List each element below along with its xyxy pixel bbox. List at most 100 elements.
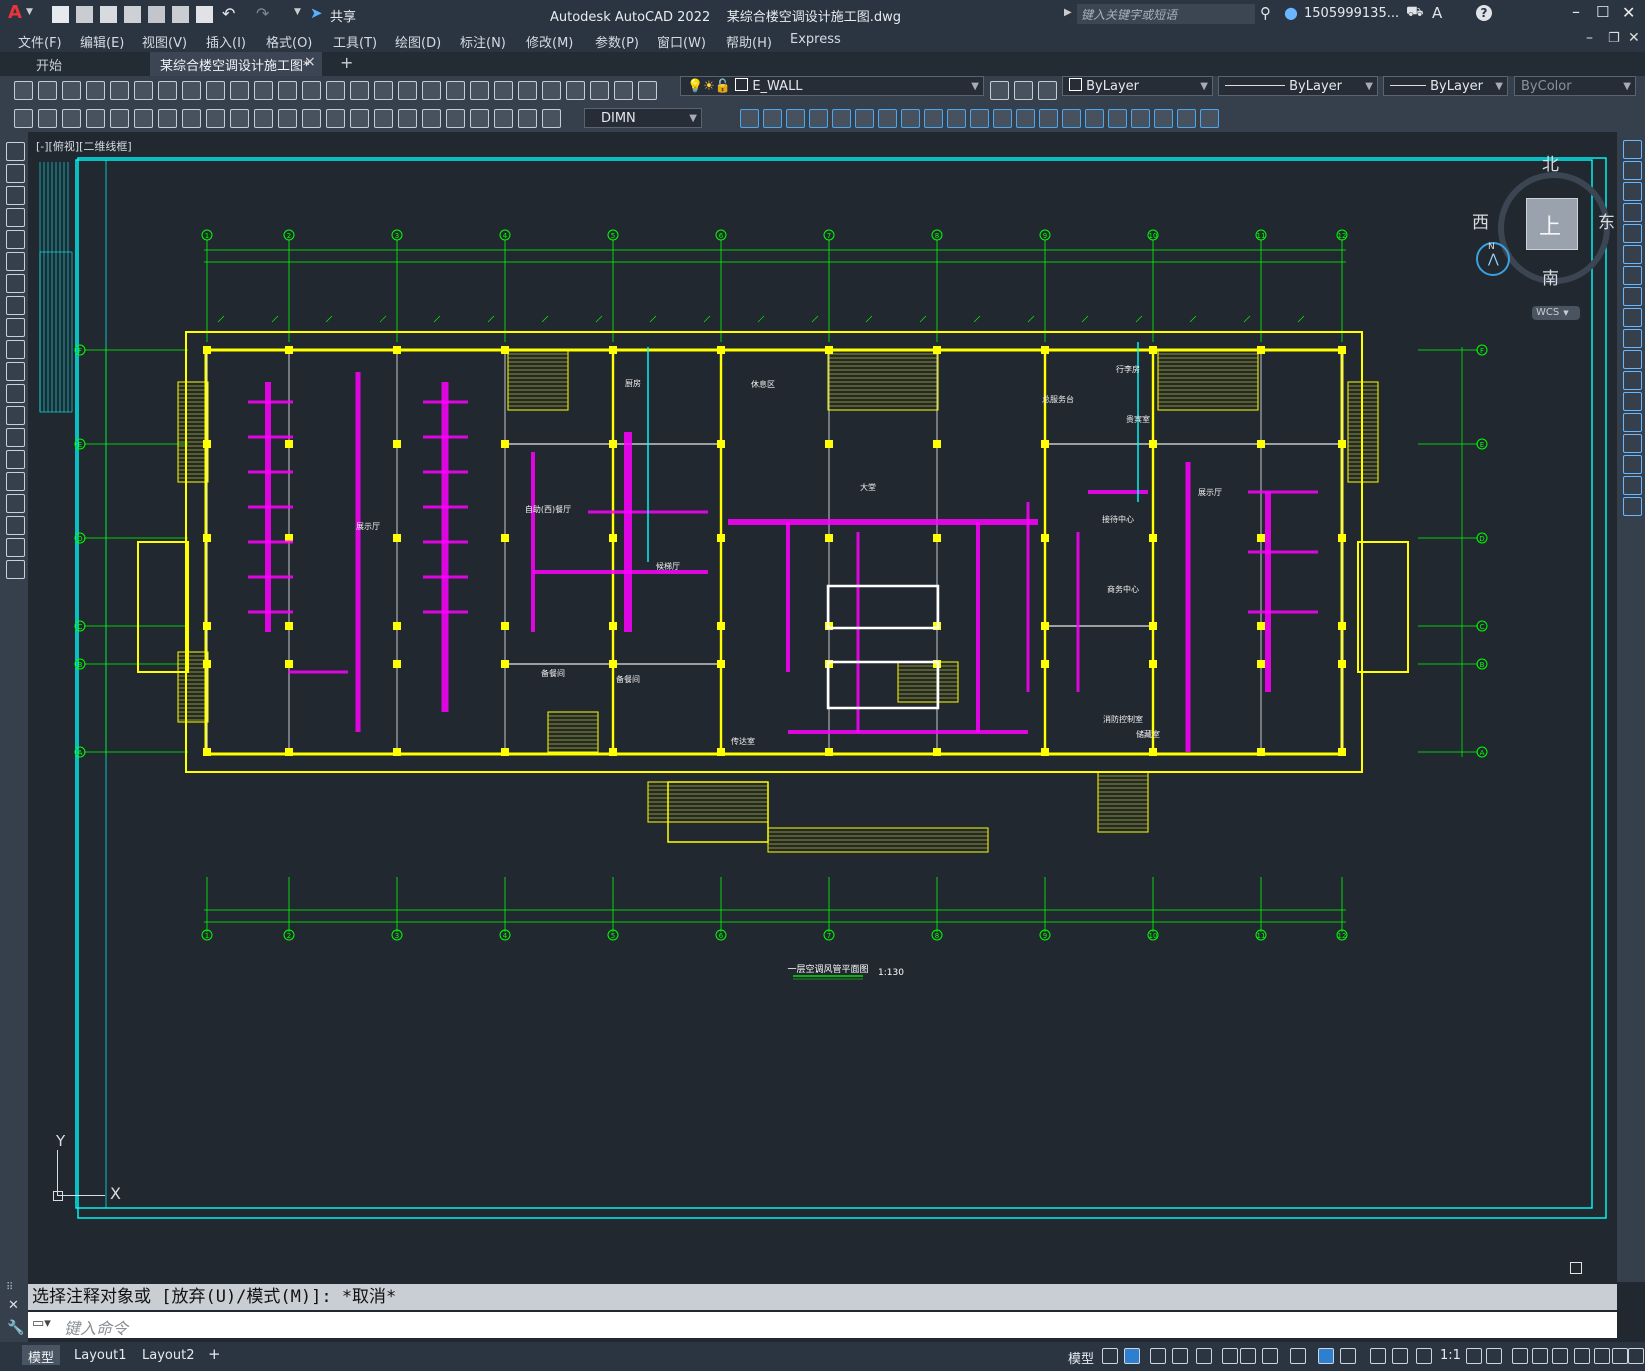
quick-dim-icon[interactable] bbox=[206, 109, 225, 128]
properties-icon[interactable] bbox=[422, 81, 441, 100]
break-icon[interactable] bbox=[302, 109, 321, 128]
make-current-icon[interactable] bbox=[990, 81, 1009, 100]
cut-icon[interactable] bbox=[158, 81, 177, 100]
new-icon[interactable] bbox=[638, 81, 657, 100]
lineweight-icon[interactable] bbox=[1340, 1348, 1356, 1364]
viewcube[interactable]: 上 北 南 东 西 N ⋀ WCS ▼ bbox=[1458, 150, 1615, 350]
array-icon[interactable] bbox=[855, 109, 874, 128]
layer-dropdown[interactable]: 💡☀🔓 E_WALL ▼ bbox=[680, 76, 984, 96]
add-layout-icon[interactable]: + bbox=[208, 1345, 221, 1363]
menu-dimension[interactable]: 标注(N) bbox=[460, 32, 506, 51]
trim-icon[interactable] bbox=[924, 109, 943, 128]
doc-restore-icon[interactable]: ❐ bbox=[1608, 31, 1620, 46]
spline-icon[interactable] bbox=[6, 318, 25, 337]
orbit-icon[interactable] bbox=[1200, 109, 1219, 128]
explode-icon[interactable] bbox=[1623, 497, 1642, 516]
arc-icon[interactable] bbox=[6, 252, 25, 271]
menu-help[interactable]: 帮助(H) bbox=[726, 32, 772, 51]
autocad-logo[interactable]: A bbox=[8, 2, 22, 23]
model-space-button[interactable]: 模型 bbox=[1068, 1348, 1094, 1367]
calculator-icon[interactable] bbox=[542, 81, 561, 100]
dim-text-edit-icon[interactable] bbox=[446, 109, 465, 128]
grip-handle[interactable] bbox=[1570, 1262, 1582, 1274]
menu-modify[interactable]: 修改(M) bbox=[526, 32, 573, 51]
insert-block-icon[interactable] bbox=[6, 384, 25, 403]
rectangle-icon[interactable] bbox=[6, 230, 25, 249]
line-icon[interactable] bbox=[6, 142, 25, 161]
plot-icon[interactable] bbox=[86, 81, 105, 100]
diameter-icon[interactable] bbox=[158, 109, 177, 128]
offset-icon[interactable] bbox=[1623, 203, 1642, 222]
zoom-realtime-icon[interactable] bbox=[350, 81, 369, 100]
isolate-icon[interactable] bbox=[1594, 1348, 1610, 1364]
blend-curves-icon[interactable] bbox=[1623, 476, 1642, 495]
tab-close-icon[interactable]: × bbox=[304, 54, 316, 70]
close-icon[interactable]: ✕ bbox=[1622, 3, 1635, 22]
redo-icon[interactable] bbox=[302, 81, 321, 100]
command-close-icon[interactable]: ✕ bbox=[8, 1298, 19, 1313]
color-dropdown[interactable]: ByLayer ▼ bbox=[1062, 76, 1213, 96]
auto-scale-icon[interactable] bbox=[1416, 1348, 1432, 1364]
polygon-icon[interactable] bbox=[6, 208, 25, 227]
menu-draw[interactable]: 绘图(D) bbox=[395, 32, 441, 51]
continue-icon[interactable] bbox=[254, 109, 273, 128]
erase-icon[interactable] bbox=[1623, 140, 1642, 159]
ortho-icon[interactable] bbox=[1172, 1348, 1188, 1364]
search-icon[interactable]: ⚲ bbox=[1260, 4, 1271, 22]
new-tab-button[interactable]: + bbox=[340, 53, 353, 72]
aligned-dim-icon[interactable] bbox=[38, 109, 57, 128]
join-icon[interactable] bbox=[1623, 413, 1642, 432]
menu-tools[interactable]: 工具(T) bbox=[333, 32, 377, 51]
jogged-icon[interactable] bbox=[134, 109, 153, 128]
viewcube-west[interactable]: 西 bbox=[1472, 208, 1489, 233]
revcloud-icon[interactable] bbox=[6, 296, 25, 315]
stretch-icon[interactable] bbox=[786, 109, 805, 128]
jogged-linear-icon[interactable] bbox=[398, 109, 417, 128]
break-point-icon[interactable] bbox=[1623, 371, 1642, 390]
lock-ui-icon[interactable] bbox=[1574, 1348, 1590, 1364]
center-mark-icon[interactable] bbox=[350, 109, 369, 128]
share-icon[interactable]: ➤ bbox=[310, 4, 323, 22]
object-snap-dropdown-icon[interactable] bbox=[1318, 1348, 1334, 1364]
save-as-icon[interactable] bbox=[124, 6, 141, 23]
viewcube-top-face[interactable]: 上 bbox=[1526, 198, 1578, 250]
polar-icon[interactable] bbox=[1196, 1348, 1212, 1364]
redo-icon[interactable]: ↷ bbox=[256, 4, 269, 23]
annotation-scale[interactable]: 1:1 bbox=[1440, 1348, 1461, 1363]
break-icon[interactable] bbox=[1623, 392, 1642, 411]
polar-dropdown-icon[interactable] bbox=[1222, 1348, 1238, 1364]
baseline-icon[interactable] bbox=[230, 109, 249, 128]
rotate-icon[interactable] bbox=[878, 109, 897, 128]
layout-tab-2[interactable]: Layout2 bbox=[142, 1348, 194, 1363]
rotate-icon[interactable] bbox=[1623, 266, 1642, 285]
blend-icon[interactable] bbox=[1062, 109, 1081, 128]
clean-screen-icon[interactable] bbox=[1628, 1348, 1644, 1364]
snap-dropdown-icon[interactable] bbox=[1150, 1348, 1166, 1364]
viewcube-north[interactable]: 北 bbox=[1542, 150, 1559, 175]
command-line[interactable]: ▭▾ 键入命令 bbox=[28, 1312, 1617, 1338]
polyline-icon[interactable] bbox=[6, 186, 25, 205]
tab-document[interactable]: 某综合楼空调设计施工图* × bbox=[150, 52, 322, 76]
mirror-icon[interactable] bbox=[809, 109, 828, 128]
break-at-point-icon[interactable] bbox=[970, 109, 989, 128]
linear-dim-icon[interactable] bbox=[494, 109, 513, 128]
publish-icon[interactable] bbox=[148, 6, 165, 23]
table-icon[interactable] bbox=[6, 516, 25, 535]
transparency-icon[interactable] bbox=[1370, 1348, 1386, 1364]
match-properties-icon[interactable] bbox=[230, 81, 249, 100]
snap-mode-icon[interactable] bbox=[1124, 1348, 1140, 1364]
join-icon[interactable] bbox=[993, 109, 1012, 128]
dim-edit-icon[interactable] bbox=[422, 109, 441, 128]
new-icon[interactable] bbox=[14, 81, 33, 100]
pan-icon[interactable] bbox=[326, 81, 345, 100]
menu-window[interactable]: 窗口(W) bbox=[657, 32, 706, 51]
lineweight-dropdown[interactable]: ByLayer ▼ bbox=[1383, 76, 1508, 96]
command-customize-icon[interactable]: 🔧 bbox=[7, 1320, 24, 1336]
command-grip-icon[interactable]: ⠿ bbox=[6, 1282, 13, 1293]
ungroup-icon[interactable] bbox=[1177, 109, 1196, 128]
publish-icon[interactable] bbox=[134, 81, 153, 100]
new-icon[interactable] bbox=[52, 6, 69, 23]
group-icon[interactable] bbox=[1154, 109, 1173, 128]
doc-minimize-icon[interactable]: – bbox=[1586, 30, 1593, 46]
command-prompt-icon[interactable]: ▭▾ bbox=[32, 1316, 51, 1331]
